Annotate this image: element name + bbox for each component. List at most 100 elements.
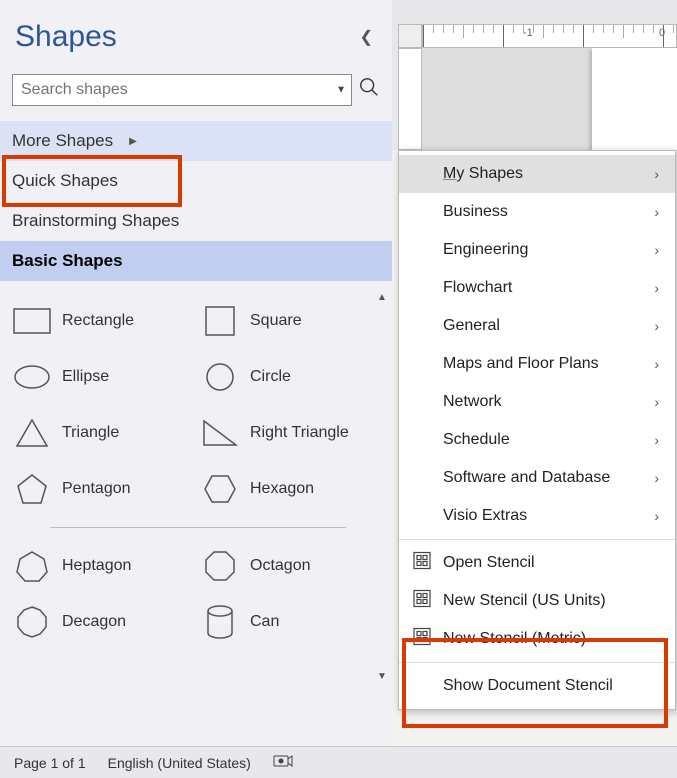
stencil-icon	[413, 552, 431, 575]
chevron-right-icon: ›	[654, 470, 659, 486]
category-label: Basic Shapes	[12, 251, 123, 271]
stencil-icon	[413, 590, 431, 613]
shape-label: Circle	[250, 368, 291, 386]
shape-rectangle[interactable]: Rectangle	[10, 297, 198, 345]
shapes-scrollbar[interactable]: ▲ ▼	[372, 287, 392, 687]
category-quick-shapes[interactable]: Quick Shapes	[0, 161, 392, 201]
shape-label: Rectangle	[62, 312, 134, 330]
flyout-label: Network	[443, 393, 502, 411]
shape-heptagon[interactable]: Heptagon	[10, 542, 198, 590]
shape-ellipse[interactable]: Ellipse	[10, 353, 198, 401]
chevron-right-icon: ›	[654, 166, 659, 182]
macro-recorder-icon[interactable]	[273, 753, 293, 772]
horizontal-ruler[interactable]: -1 0	[422, 24, 677, 48]
search-row: ▼	[0, 64, 392, 121]
shape-label: Hexagon	[250, 480, 314, 498]
flyout-general[interactable]: General ›	[399, 307, 675, 345]
shape-label: Square	[250, 312, 302, 330]
shape-label: Pentagon	[62, 480, 131, 498]
panel-header: Shapes ❮	[0, 0, 392, 64]
flyout-label: Schedule	[443, 431, 510, 449]
shape-can[interactable]: Can	[198, 598, 386, 646]
shape-triangle[interactable]: Triangle	[10, 409, 198, 457]
triangle-icon	[12, 415, 52, 451]
shape-label: Decagon	[62, 613, 126, 631]
shape-right-triangle[interactable]: Right Triangle	[198, 409, 386, 457]
flyout-schedule[interactable]: Schedule ›	[399, 421, 675, 459]
flyout-label: General	[443, 317, 500, 335]
shape-label: Triangle	[62, 424, 119, 442]
flyout-maps-floor-plans[interactable]: Maps and Floor Plans›	[399, 345, 675, 383]
scroll-down-icon[interactable]: ▼	[374, 668, 390, 685]
heptagon-icon	[12, 548, 52, 584]
shape-label: Heptagon	[62, 557, 131, 575]
decagon-icon	[12, 604, 52, 640]
shapes-divider	[50, 527, 346, 528]
vertical-ruler[interactable]	[398, 48, 422, 150]
flyout-label: New Stencil (Metric)	[443, 630, 586, 648]
shape-octagon[interactable]: Octagon	[198, 542, 386, 590]
search-input[interactable]	[12, 74, 352, 106]
shape-pentagon[interactable]: Pentagon	[10, 465, 198, 513]
chevron-right-icon: ›	[654, 394, 659, 410]
category-brainstorming-shapes[interactable]: Brainstorming Shapes	[0, 201, 392, 241]
flyout-network[interactable]: Network ›	[399, 383, 675, 421]
chevron-right-icon: ›	[654, 508, 659, 524]
flyout-visio-extras[interactable]: Visio Extras›	[399, 497, 675, 535]
category-more-shapes[interactable]: More Shapes ▶	[0, 121, 392, 161]
circle-icon	[200, 359, 240, 395]
chevron-right-icon: ›	[654, 432, 659, 448]
ellipse-icon	[12, 359, 52, 395]
ruler-label: -1	[523, 27, 533, 39]
category-basic-shapes[interactable]: Basic Shapes	[0, 241, 392, 281]
shape-square[interactable]: Square	[198, 297, 386, 345]
chevron-right-icon: ›	[654, 280, 659, 296]
hexagon-icon	[200, 471, 240, 507]
flyout-new-stencil-us[interactable]: New Stencil (US Units)	[399, 582, 675, 620]
search-dropdown-icon[interactable]: ▼	[336, 85, 346, 96]
flyout-label: Business	[443, 203, 508, 221]
flyout-separator	[399, 662, 675, 663]
shape-circle[interactable]: Circle	[198, 353, 386, 401]
chevron-right-icon: ›	[654, 318, 659, 334]
category-label: More Shapes	[12, 131, 113, 151]
flyout-label: Software and Database	[443, 469, 610, 487]
shape-label: Right Triangle	[250, 424, 349, 442]
shape-hexagon[interactable]: Hexagon	[198, 465, 386, 513]
scroll-up-icon[interactable]: ▲	[374, 289, 390, 306]
stencil-icon	[413, 628, 431, 651]
panel-title: Shapes	[15, 20, 117, 54]
search-icon[interactable]	[358, 76, 380, 104]
flyout-engineering[interactable]: Engineering ›	[399, 231, 675, 269]
category-label: Quick Shapes	[12, 171, 118, 191]
flyout-new-stencil-metric[interactable]: New Stencil (Metric)	[399, 620, 675, 658]
flyout-flowchart[interactable]: Flowchart›	[399, 269, 675, 307]
category-list: More Shapes ▶ Quick Shapes Brainstorming…	[0, 121, 392, 281]
flyout-show-document-stencil[interactable]: Show Document Stencil	[399, 667, 675, 705]
flyout-separator	[399, 539, 675, 540]
canvas-area: -1 0	[392, 0, 677, 150]
status-language[interactable]: English (United States)	[108, 755, 251, 771]
flyout-label: New Stencil (US Units)	[443, 592, 606, 610]
square-icon	[200, 303, 240, 339]
flyout-my-shapes[interactable]: My Shapes›	[399, 155, 675, 193]
flyout-label: Engineering	[443, 241, 528, 259]
shape-label: Octagon	[250, 557, 310, 575]
status-bar: Page 1 of 1 English (United States)	[0, 746, 677, 778]
shape-decagon[interactable]: Decagon	[10, 598, 198, 646]
right-triangle-icon	[200, 415, 240, 451]
flyout-business[interactable]: Business›	[399, 193, 675, 231]
flyout-open-stencil[interactable]: Open Stencil	[399, 544, 675, 582]
flyout-label: Show Document Stencil	[443, 677, 613, 695]
flyout-label: Open Stencil	[443, 554, 535, 572]
status-page[interactable]: Page 1 of 1	[14, 755, 86, 771]
search-box: ▼	[12, 74, 352, 106]
flyout-software-database[interactable]: Software and Database ›	[399, 459, 675, 497]
pentagon-icon	[12, 471, 52, 507]
octagon-icon	[200, 548, 240, 584]
shape-label: Ellipse	[62, 368, 109, 386]
canvas-page[interactable]	[592, 48, 677, 150]
collapse-panel-button[interactable]: ❮	[356, 23, 377, 51]
chevron-right-icon: ›	[654, 242, 659, 258]
shapes-grid: Rectangle Square Ellipse Circle Triangle…	[0, 287, 392, 646]
